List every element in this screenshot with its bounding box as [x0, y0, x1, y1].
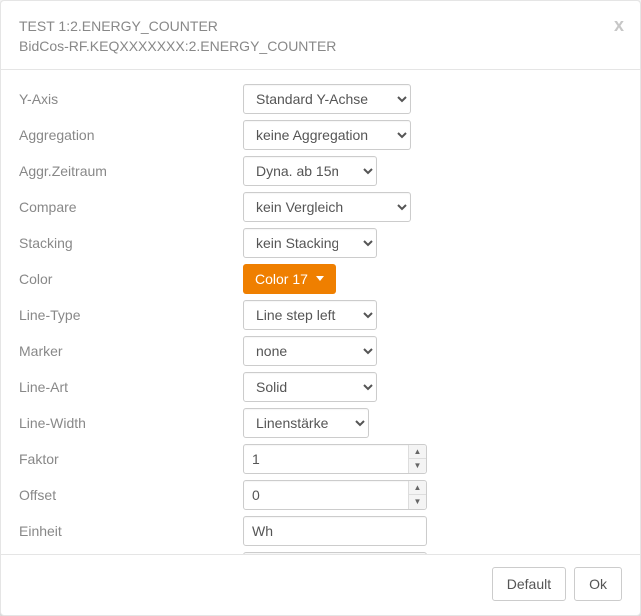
- einheit-input[interactable]: [243, 516, 427, 546]
- dialog-footer: Default Ok: [1, 554, 640, 615]
- label-line-type: Line-Type: [19, 307, 243, 323]
- row-offset: Offset ▲ ▼: [19, 480, 622, 510]
- stacking-select[interactable]: kein Stacking: [243, 228, 377, 258]
- label-einheit: Einheit: [19, 523, 243, 539]
- label-offset: Offset: [19, 487, 243, 503]
- faktor-input[interactable]: [243, 444, 427, 474]
- row-yaxis: Y-Axis Standard Y-Achse: [19, 84, 622, 114]
- aggregation-select[interactable]: keine Aggregation: [243, 120, 411, 150]
- offset-input[interactable]: [243, 480, 427, 510]
- row-line-width: Line-Width Linenstärke 2: [19, 408, 622, 438]
- line-art-select[interactable]: Solid: [243, 372, 377, 402]
- line-width-select[interactable]: Linenstärke 2: [243, 408, 369, 438]
- dialog-header: TEST 1:2.ENERGY_COUNTER BidCos-RF.KEQXXX…: [1, 1, 640, 70]
- label-line-width: Line-Width: [19, 415, 243, 431]
- label-line-art: Line-Art: [19, 379, 243, 395]
- row-compare: Compare kein Vergleich: [19, 192, 622, 222]
- dialog-title-line1: TEST 1:2.ENERGY_COUNTER: [19, 18, 218, 34]
- default-button[interactable]: Default: [492, 567, 566, 601]
- row-line-type: Line-Type Line step left: [19, 300, 622, 330]
- faktor-step-down[interactable]: ▼: [409, 459, 426, 473]
- color-picker-label: Color 17: [255, 271, 308, 287]
- label-stacking: Stacking: [19, 235, 243, 251]
- ok-button[interactable]: Ok: [574, 567, 622, 601]
- faktor-step-up[interactable]: ▲: [409, 445, 426, 460]
- row-faktor: Faktor ▲ ▼: [19, 444, 622, 474]
- marker-select[interactable]: none: [243, 336, 377, 366]
- close-icon[interactable]: x: [614, 15, 624, 36]
- label-marker: Marker: [19, 343, 243, 359]
- label-yaxis: Y-Axis: [19, 91, 243, 107]
- line-type-select[interactable]: Line step left: [243, 300, 377, 330]
- dialog-title-line2: BidCos-RF.KEQXXXXXXX:2.ENERGY_COUNTER: [19, 38, 336, 54]
- faktor-spinner: ▲ ▼: [408, 445, 426, 473]
- row-color: Color Color 17: [19, 264, 622, 294]
- row-aggregation: Aggregation keine Aggregation: [19, 120, 622, 150]
- dialog-title: TEST 1:2.ENERGY_COUNTER BidCos-RF.KEQXXX…: [19, 16, 622, 57]
- aggr-period-select[interactable]: Dyna. ab 15min.: [243, 156, 377, 186]
- label-aggr-period: Aggr.Zeitraum: [19, 163, 243, 179]
- dialog-body: Y-Axis Standard Y-Achse Aggregation kein…: [1, 70, 640, 554]
- row-aggr-period: Aggr.Zeitraum Dyna. ab 15min.: [19, 156, 622, 186]
- compare-select[interactable]: kein Vergleich: [243, 192, 411, 222]
- chevron-down-icon: [316, 276, 324, 281]
- row-einheit: Einheit: [19, 516, 622, 546]
- label-color: Color: [19, 271, 243, 287]
- label-aggregation: Aggregation: [19, 127, 243, 143]
- series-settings-dialog: TEST 1:2.ENERGY_COUNTER BidCos-RF.KEQXXX…: [0, 0, 641, 616]
- label-faktor: Faktor: [19, 451, 243, 467]
- label-compare: Compare: [19, 199, 243, 215]
- offset-spinner: ▲ ▼: [408, 481, 426, 509]
- offset-step-up[interactable]: ▲: [409, 481, 426, 496]
- row-marker: Marker none: [19, 336, 622, 366]
- row-line-art: Line-Art Solid: [19, 372, 622, 402]
- offset-step-down[interactable]: ▼: [409, 495, 426, 509]
- color-picker-button[interactable]: Color 17: [243, 264, 336, 294]
- row-stacking: Stacking kein Stacking: [19, 228, 622, 258]
- yaxis-select[interactable]: Standard Y-Achse: [243, 84, 411, 114]
